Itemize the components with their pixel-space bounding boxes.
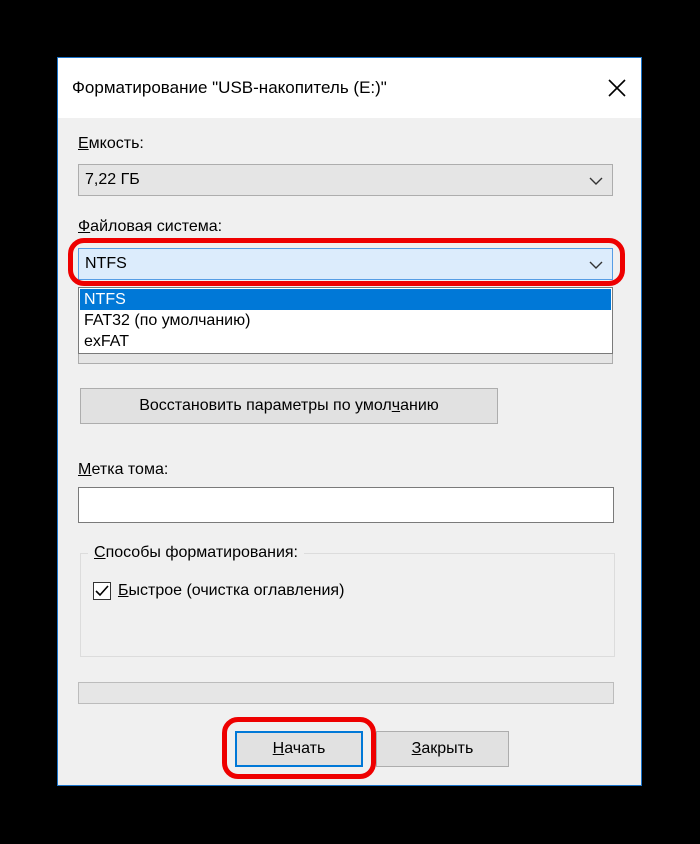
title-bar: Форматирование "USB-накопитель (E:)" xyxy=(58,58,641,118)
capacity-value: 7,22 ГБ xyxy=(85,171,140,188)
dialog-title: Форматирование "USB-накопитель (E:)" xyxy=(72,78,387,97)
start-highlight-annotation xyxy=(222,717,376,779)
close-window-button[interactable] xyxy=(597,68,637,108)
volume-label-input[interactable] xyxy=(78,487,614,523)
quick-format-label[interactable]: Быстрое (очистка оглавления) xyxy=(118,582,344,600)
capacity-label: Емкость: xyxy=(78,135,144,152)
filesystem-label: Файловая система: xyxy=(78,218,223,235)
capacity-select[interactable]: 7,22 ГБ xyxy=(78,164,613,196)
filesystem-option-exfat[interactable]: exFAT xyxy=(80,331,611,352)
volume-label-label: Метка тома: xyxy=(78,461,169,478)
format-options-label: Способы форматирования: xyxy=(88,544,304,562)
filesystem-dropdown-list: NTFS FAT32 (по умолчанию) exFAT xyxy=(78,287,613,354)
filesystem-option-ntfs[interactable]: NTFS xyxy=(80,289,611,310)
format-options-group xyxy=(80,553,615,657)
close-icon xyxy=(608,79,626,97)
close-button[interactable]: Закрыть xyxy=(376,731,509,767)
format-dialog: Форматирование "USB-накопитель (E:)" Емк… xyxy=(57,57,642,786)
filesystem-option-fat32[interactable]: FAT32 (по умолчанию) xyxy=(80,310,611,331)
format-progress-bar xyxy=(78,682,614,704)
quick-format-checkbox[interactable] xyxy=(93,582,111,600)
chevron-down-icon xyxy=(589,177,603,185)
filesystem-highlight-annotation xyxy=(68,238,625,286)
restore-defaults-button[interactable]: Восстановить параметры по умол ч анию xyxy=(80,388,498,424)
checkmark-icon xyxy=(95,585,109,597)
